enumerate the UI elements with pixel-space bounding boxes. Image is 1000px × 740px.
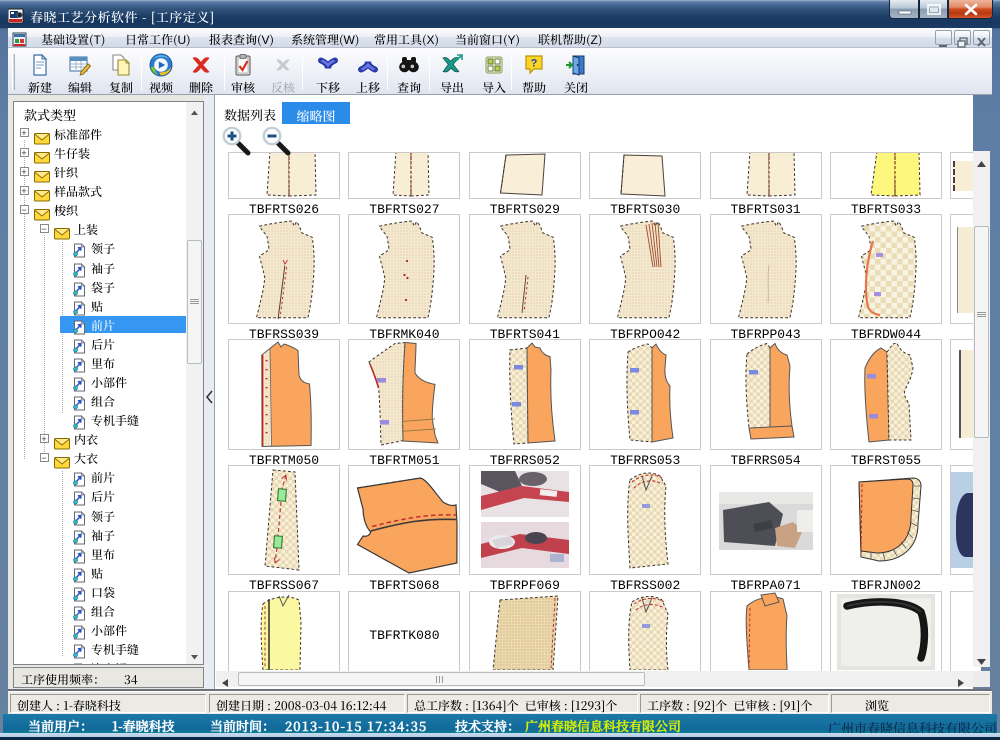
svg-text:?: ?: [531, 58, 538, 70]
